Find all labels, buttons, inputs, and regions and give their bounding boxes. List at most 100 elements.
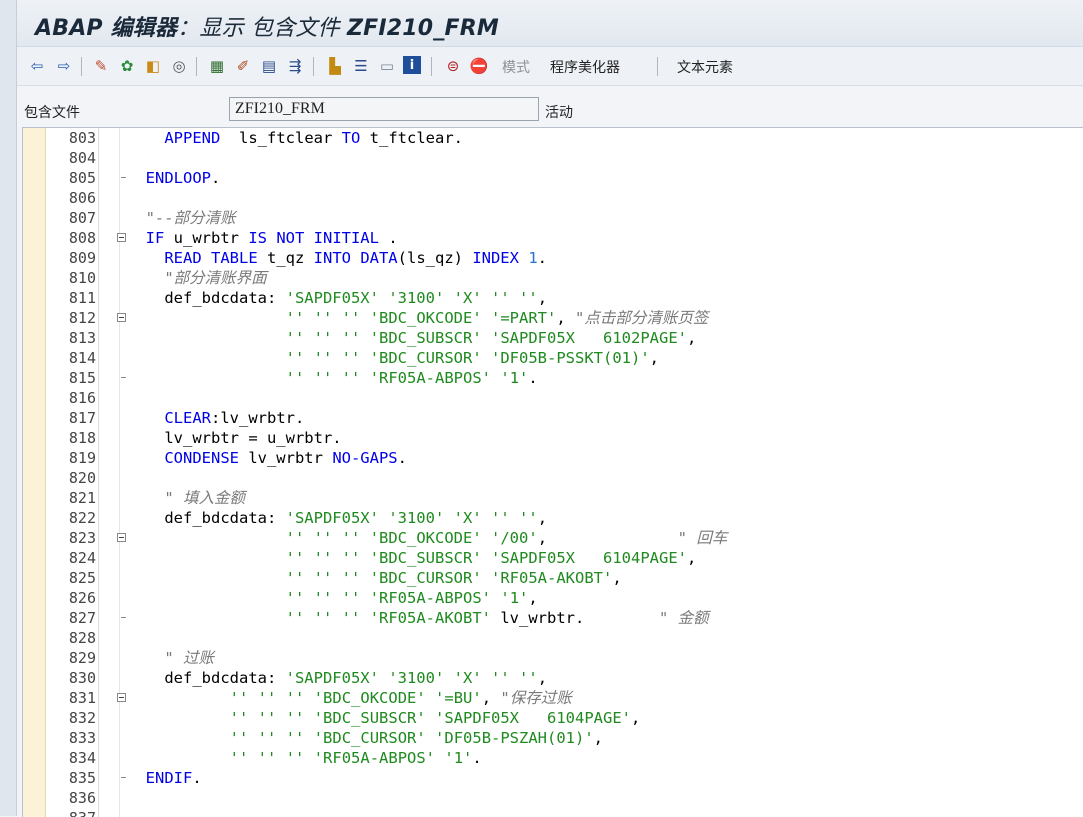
code-token: ENDIF	[127, 769, 193, 787]
code-token: 'RF05A-ABPOS'	[313, 749, 436, 767]
code-token: 'BDC_OKCODE'	[369, 309, 482, 327]
include-name-field[interactable]: ZFI210_FRM	[229, 97, 539, 121]
include-label: 包含文件	[24, 105, 80, 121]
code-line[interactable]: 811 def_bdcdata: 'SAPDF05X' '3100' 'X' '…	[23, 288, 1083, 308]
line-number: 827	[68, 609, 96, 627]
code-token: ''	[313, 569, 333, 587]
code-line[interactable]: 835 ENDIF.	[23, 768, 1083, 788]
stop-icon[interactable]: ⊜	[443, 56, 463, 76]
code-line[interactable]: 824 '' '' '' 'BDC_SUBSCR' 'SAPDF05X 6104…	[23, 548, 1083, 568]
code-token: '1'	[500, 589, 529, 607]
code-line[interactable]: 836	[23, 788, 1083, 808]
hierarchy-icon[interactable]: ▙	[325, 56, 345, 76]
code-line[interactable]: 833 '' '' '' 'BDC_CURSOR' 'DF05B-PSZAH(0…	[23, 728, 1083, 748]
code-line[interactable]: 807 "--部分清账	[23, 208, 1083, 228]
code-text: ENDLOOP.	[127, 168, 221, 188]
fold-toggle-icon[interactable]	[117, 313, 126, 322]
toolbar-separator	[657, 57, 658, 76]
block-end-marker	[121, 377, 126, 378]
back-icon[interactable]: ⇦	[27, 56, 47, 76]
document-icon[interactable]: ▭	[377, 56, 397, 76]
code-line[interactable]: 809 READ TABLE t_qz INTO DATA(ls_qz) IND…	[23, 248, 1083, 268]
pattern-icon[interactable]: ⇶	[285, 56, 305, 76]
object-list-icon[interactable]: ▦	[207, 56, 227, 76]
activate-icon[interactable]: ✿	[117, 56, 137, 76]
code-line[interactable]: 823 '' '' '' 'BDC_OKCODE' '/00', " 回车	[23, 528, 1083, 548]
line-number: 835	[68, 769, 96, 787]
block-end-marker	[121, 617, 126, 618]
code-token: .	[397, 449, 407, 467]
code-line[interactable]: 816	[23, 388, 1083, 408]
code-token: ,	[612, 569, 622, 587]
code-token: ''	[341, 529, 361, 547]
code-token: .	[472, 749, 482, 767]
code-text: '' '' '' 'BDC_OKCODE' '/00', " 回车	[127, 528, 728, 548]
check-icon[interactable]: ✎	[91, 56, 111, 76]
info-icon[interactable]: i	[403, 56, 421, 74]
debug-icon[interactable]: ⛔	[469, 56, 489, 76]
pretty-printer-button[interactable]: 程序美化器	[550, 57, 620, 77]
line-number: 822	[68, 509, 96, 527]
code-line[interactable]: 808 IF u_wrbtr IS NOT INITIAL .	[23, 228, 1083, 248]
code-line[interactable]: 806	[23, 188, 1083, 208]
code-line[interactable]: 829 " 过账	[23, 648, 1083, 668]
code-line[interactable]: 821 " 填入金额	[23, 488, 1083, 508]
line-number: 816	[68, 389, 96, 407]
code-token: NO-GAPS	[332, 449, 398, 467]
code-line[interactable]: 828	[23, 628, 1083, 648]
code-editor[interactable]: 803 APPEND ls_ftclear TO t_ftclear. 804 80…	[22, 127, 1083, 817]
code-line[interactable]: 822 def_bdcdata: 'SAPDF05X' '3100' 'X' '…	[23, 508, 1083, 528]
code-line[interactable]: 819 CONDENSE lv_wrbtr NO-GAPS.	[23, 448, 1083, 468]
code-token: ,	[537, 289, 548, 307]
text-elements-button[interactable]: 文本元素	[677, 57, 733, 77]
code-line[interactable]: 826 '' '' '' 'RF05A-ABPOS' '1',	[23, 588, 1083, 608]
code-line[interactable]: 820	[23, 468, 1083, 488]
code-text: '' '' '' 'RF05A-ABPOS' '1',	[127, 588, 538, 608]
where-used-icon[interactable]: ◎	[169, 56, 189, 76]
code-line[interactable]: 817 CLEAR:lv_wrbtr.	[23, 408, 1083, 428]
code-line[interactable]: 825 '' '' '' 'BDC_CURSOR' 'RF05A-AKOBT',	[23, 568, 1083, 588]
format-icon[interactable]: ☰	[351, 56, 371, 76]
block-end-marker	[121, 777, 126, 778]
code-line[interactable]: 815 '' '' '' 'RF05A-ABPOS' '1'.	[23, 368, 1083, 388]
insert-statement-icon[interactable]: ▤	[259, 56, 279, 76]
mode-button[interactable]: 模式	[502, 57, 530, 77]
display-change-icon[interactable]: ✐	[233, 56, 253, 76]
code-text: "--部分清账	[127, 208, 236, 228]
code-line[interactable]: 831 '' '' '' 'BDC_OKCODE' '=BU', "保存过账	[23, 688, 1083, 708]
code-line[interactable]: 812 '' '' '' 'BDC_OKCODE' '=PART', "点击部分…	[23, 308, 1083, 328]
code-line[interactable]: 810 "部分清账界面	[23, 268, 1083, 288]
forward-icon[interactable]: ⇨	[54, 56, 74, 76]
code-line[interactable]: 803 APPEND ls_ftclear TO t_ftclear.	[23, 128, 1083, 148]
code-line[interactable]: 827 '' '' '' 'RF05A-AKOBT' lv_wrbtr. " 金…	[23, 608, 1083, 628]
code-line[interactable]: 818 lv_wrbtr = u_wrbtr.	[23, 428, 1083, 448]
line-number: 810	[68, 269, 96, 287]
code-token: APPEND	[127, 129, 221, 147]
fold-toggle-icon[interactable]	[117, 233, 126, 242]
code-text: "部分清账界面	[127, 268, 266, 288]
code-line[interactable]: 804	[23, 148, 1083, 168]
code-line[interactable]: 830 def_bdcdata: 'SAPDF05X' '3100' 'X' '…	[23, 668, 1083, 688]
code-text: '' '' '' 'RF05A-AKOBT' lv_wrbtr. " 金额	[127, 608, 709, 628]
code-line[interactable]: 814 '' '' '' 'BDC_CURSOR' 'DF05B-PSSKT(0…	[23, 348, 1083, 368]
fold-toggle-icon[interactable]	[117, 693, 126, 702]
code-token: ''	[257, 709, 277, 727]
code-line[interactable]: 813 '' '' '' 'BDC_SUBSCR' 'SAPDF05X 6102…	[23, 328, 1083, 348]
code-line[interactable]: 805 ENDLOOP.	[23, 168, 1083, 188]
code-text: '' '' '' 'RF05A-ABPOS' '1'.	[127, 748, 482, 768]
fold-toggle-icon[interactable]	[117, 533, 126, 542]
test-icon[interactable]: ◧	[143, 56, 163, 76]
code-token: 'SAPDF05X'	[285, 509, 379, 527]
code-line[interactable]: 834 '' '' '' 'RF05A-ABPOS' '1'.	[23, 748, 1083, 768]
code-line[interactable]: 832 '' '' '' 'BDC_SUBSCR' 'SAPDF05X 6104…	[23, 708, 1083, 728]
